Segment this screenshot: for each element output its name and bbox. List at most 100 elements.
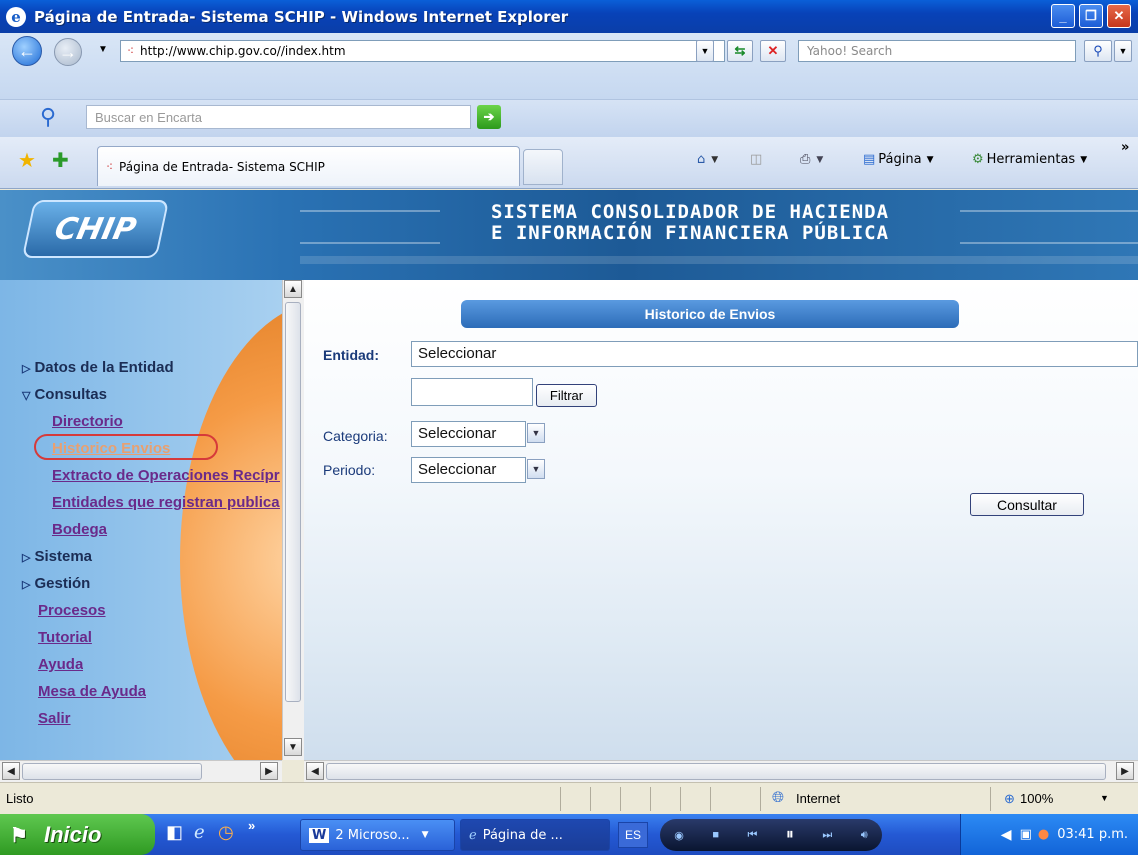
pause-icon[interactable]: ⏸ [786,826,794,844]
search-options-button[interactable]: ▼ [1114,40,1132,62]
nav-link-procesos[interactable]: Procesos [38,602,106,619]
zoom-dropdown-icon[interactable]: ▼ [1100,793,1109,803]
nav-link-entidades[interactable]: Entidades que registran publicaciones [52,494,280,511]
highlight-circle [34,434,218,460]
expand-triangle-icon: ▷ [22,579,31,591]
nav-gestion[interactable]: ▷ Gestión [22,575,90,592]
encarta-search-icon: ⚲ [40,104,57,129]
refresh-button[interactable]: ⇆ [727,40,753,62]
chevron-more-icon[interactable]: » [248,818,255,833]
back-button[interactable]: ← [12,36,42,66]
section-header: Historico de Envios [461,300,959,328]
scroll-left-icon[interactable]: ◀ [2,762,20,780]
scroll-thumb[interactable] [285,302,301,702]
tab-schip[interactable]: ⁖ Página de Entrada- Sistema SCHIP [97,146,520,186]
minimize-button[interactable]: _ [1051,4,1075,28]
address-input[interactable]: http://www.chip.gov.co//index.htm [140,44,346,58]
search-input[interactable]: Yahoo! Search [798,40,1076,62]
ie-quicklaunch-icon[interactable]: ℯ [194,822,205,843]
nav-link-extracto[interactable]: Extracto de Operaciones Recíprocas [52,467,280,484]
scroll-thumb[interactable] [22,763,202,780]
clock-quicklaunch-icon[interactable]: ◷ [218,822,234,843]
page-menu-label: Página [878,152,922,167]
banner-title: SISTEMA CONSOLIDADOR DE HACIENDA E INFOR… [440,202,940,244]
banner-line-2: E INFORMACIÓN FINANCIERA PÚBLICA [490,222,890,244]
page-icon: ⁖ [106,159,114,174]
close-button[interactable]: ✕ [1107,4,1131,28]
scroll-right-icon[interactable]: ▶ [1116,762,1134,780]
chevron-more-icon[interactable]: » [1121,140,1129,155]
address-dropdown-button[interactable]: ▼ [696,40,714,62]
title-bar: e Página de Entrada- Sistema SCHIP - Win… [0,0,1138,33]
address-bar[interactable]: ⁖ http://www.chip.gov.co//index.htm [120,40,725,62]
page-menu[interactable]: ▤ Página ▼ [863,152,934,167]
quicklaunch-icon[interactable]: ◧ [166,822,183,843]
consultar-button[interactable]: Consultar [970,493,1084,516]
next-icon[interactable]: ⏭ [822,829,832,842]
clock: 03:41 p.m. [1057,827,1128,842]
media-player-bar[interactable]: ◉ ■ ⏮ ⏸ ⏭ 🔊︎ [660,819,882,851]
nav-consultas[interactable]: ▽ Consultas [22,386,107,403]
left-horizontal-scrollbar[interactable]: ◀ ▶ [0,760,282,782]
nav-link-mesa-ayuda[interactable]: Mesa de Ayuda [38,683,146,700]
nav-link-salir[interactable]: Salir [38,710,71,727]
scroll-up-icon[interactable]: ▲ [284,280,302,298]
history-dropdown-icon[interactable]: ▼ [98,44,108,55]
banner-line-1: SISTEMA CONSOLIDADOR DE HACIENDA [490,201,890,223]
task-ie[interactable]: ℯ Página de ... [460,819,610,851]
volume-icon[interactable]: 🔊︎ [861,829,868,842]
stop-button[interactable]: ✕ [760,40,786,62]
window-title: Página de Entrada- Sistema SCHIP - Windo… [34,7,569,26]
prev-icon[interactable]: ⏮ [747,829,757,842]
language-indicator[interactable]: ES [618,822,648,848]
categoria-select[interactable]: Seleccionar [411,421,526,447]
nav-consultas-label: Consultas [34,386,107,403]
filtrar-button[interactable]: Filtrar [536,384,597,407]
nav-link-bodega[interactable]: Bodega [52,521,280,538]
page-icon: ⁖ [127,44,135,58]
nav-sistema[interactable]: ▷ Sistema [22,548,92,565]
stop-icon[interactable]: ■ [712,829,719,841]
zone-text: Internet [796,791,841,806]
scroll-left-icon[interactable]: ◀ [306,762,324,780]
page-menu-icon: ▤ [863,152,876,167]
task-word-label: 2 Microso... [335,827,410,843]
forward-button[interactable]: → [54,38,82,66]
scroll-down-icon[interactable]: ▼ [284,738,302,756]
encarta-search-input[interactable]: Buscar en Encarta [86,105,471,129]
left-vertical-scrollbar[interactable]: ▲ ▼ [282,280,304,760]
nav-link-directorio[interactable]: Directorio [52,413,280,430]
network-icon[interactable]: ▣ [1020,827,1032,842]
chevron-down-icon[interactable]: ▼ [527,423,545,443]
favorites-star-icon[interactable]: ★ [18,148,36,173]
filter-input[interactable] [411,378,533,406]
nav-link-ayuda[interactable]: Ayuda [38,656,83,673]
periodo-select[interactable]: Seleccionar [411,457,526,483]
tray-app-icon[interactable]: ● [1038,827,1049,842]
start-button[interactable]: ⚑ Inicio [0,814,155,855]
nav-link-tutorial[interactable]: Tutorial [38,629,92,646]
start-label: Inicio [44,821,102,847]
print-icon[interactable]: ⎙ ▼ [800,152,823,167]
task-word[interactable]: W 2 Microso... ▼ [300,819,455,851]
encarta-go-button[interactable]: ➔ [477,105,501,129]
new-tab-button[interactable] [523,149,563,185]
scroll-right-icon[interactable]: ▶ [260,762,278,780]
nav-datos-entidad[interactable]: ▷ Datos de la Entidad [22,359,174,376]
scroll-thumb[interactable] [326,763,1106,780]
add-favorite-icon[interactable]: ✚ [52,148,69,173]
feeds-icon[interactable]: ◫ [750,152,762,167]
tray-arrow-icon[interactable]: ◀ [1001,827,1012,843]
tools-menu[interactable]: ⚙ Herramientas ▼ [972,152,1087,167]
section-header-text: Historico de Envios [644,306,776,322]
word-icon: W [309,827,330,843]
search-icon[interactable]: ⚲ [1084,40,1112,62]
expand-triangle-icon: ▷ [22,363,31,375]
zoom-level[interactable]: 100% [1020,791,1053,806]
entidad-select[interactable]: Seleccionar [411,341,1138,367]
main-horizontal-scrollbar[interactable]: ◀ ▶ [304,760,1138,782]
home-icon[interactable]: ⌂ ▼ [697,152,718,167]
zoom-icon: ⊕ [1004,791,1015,806]
chevron-down-icon[interactable]: ▼ [527,459,545,479]
maximize-button[interactable]: ❐ [1079,4,1103,28]
